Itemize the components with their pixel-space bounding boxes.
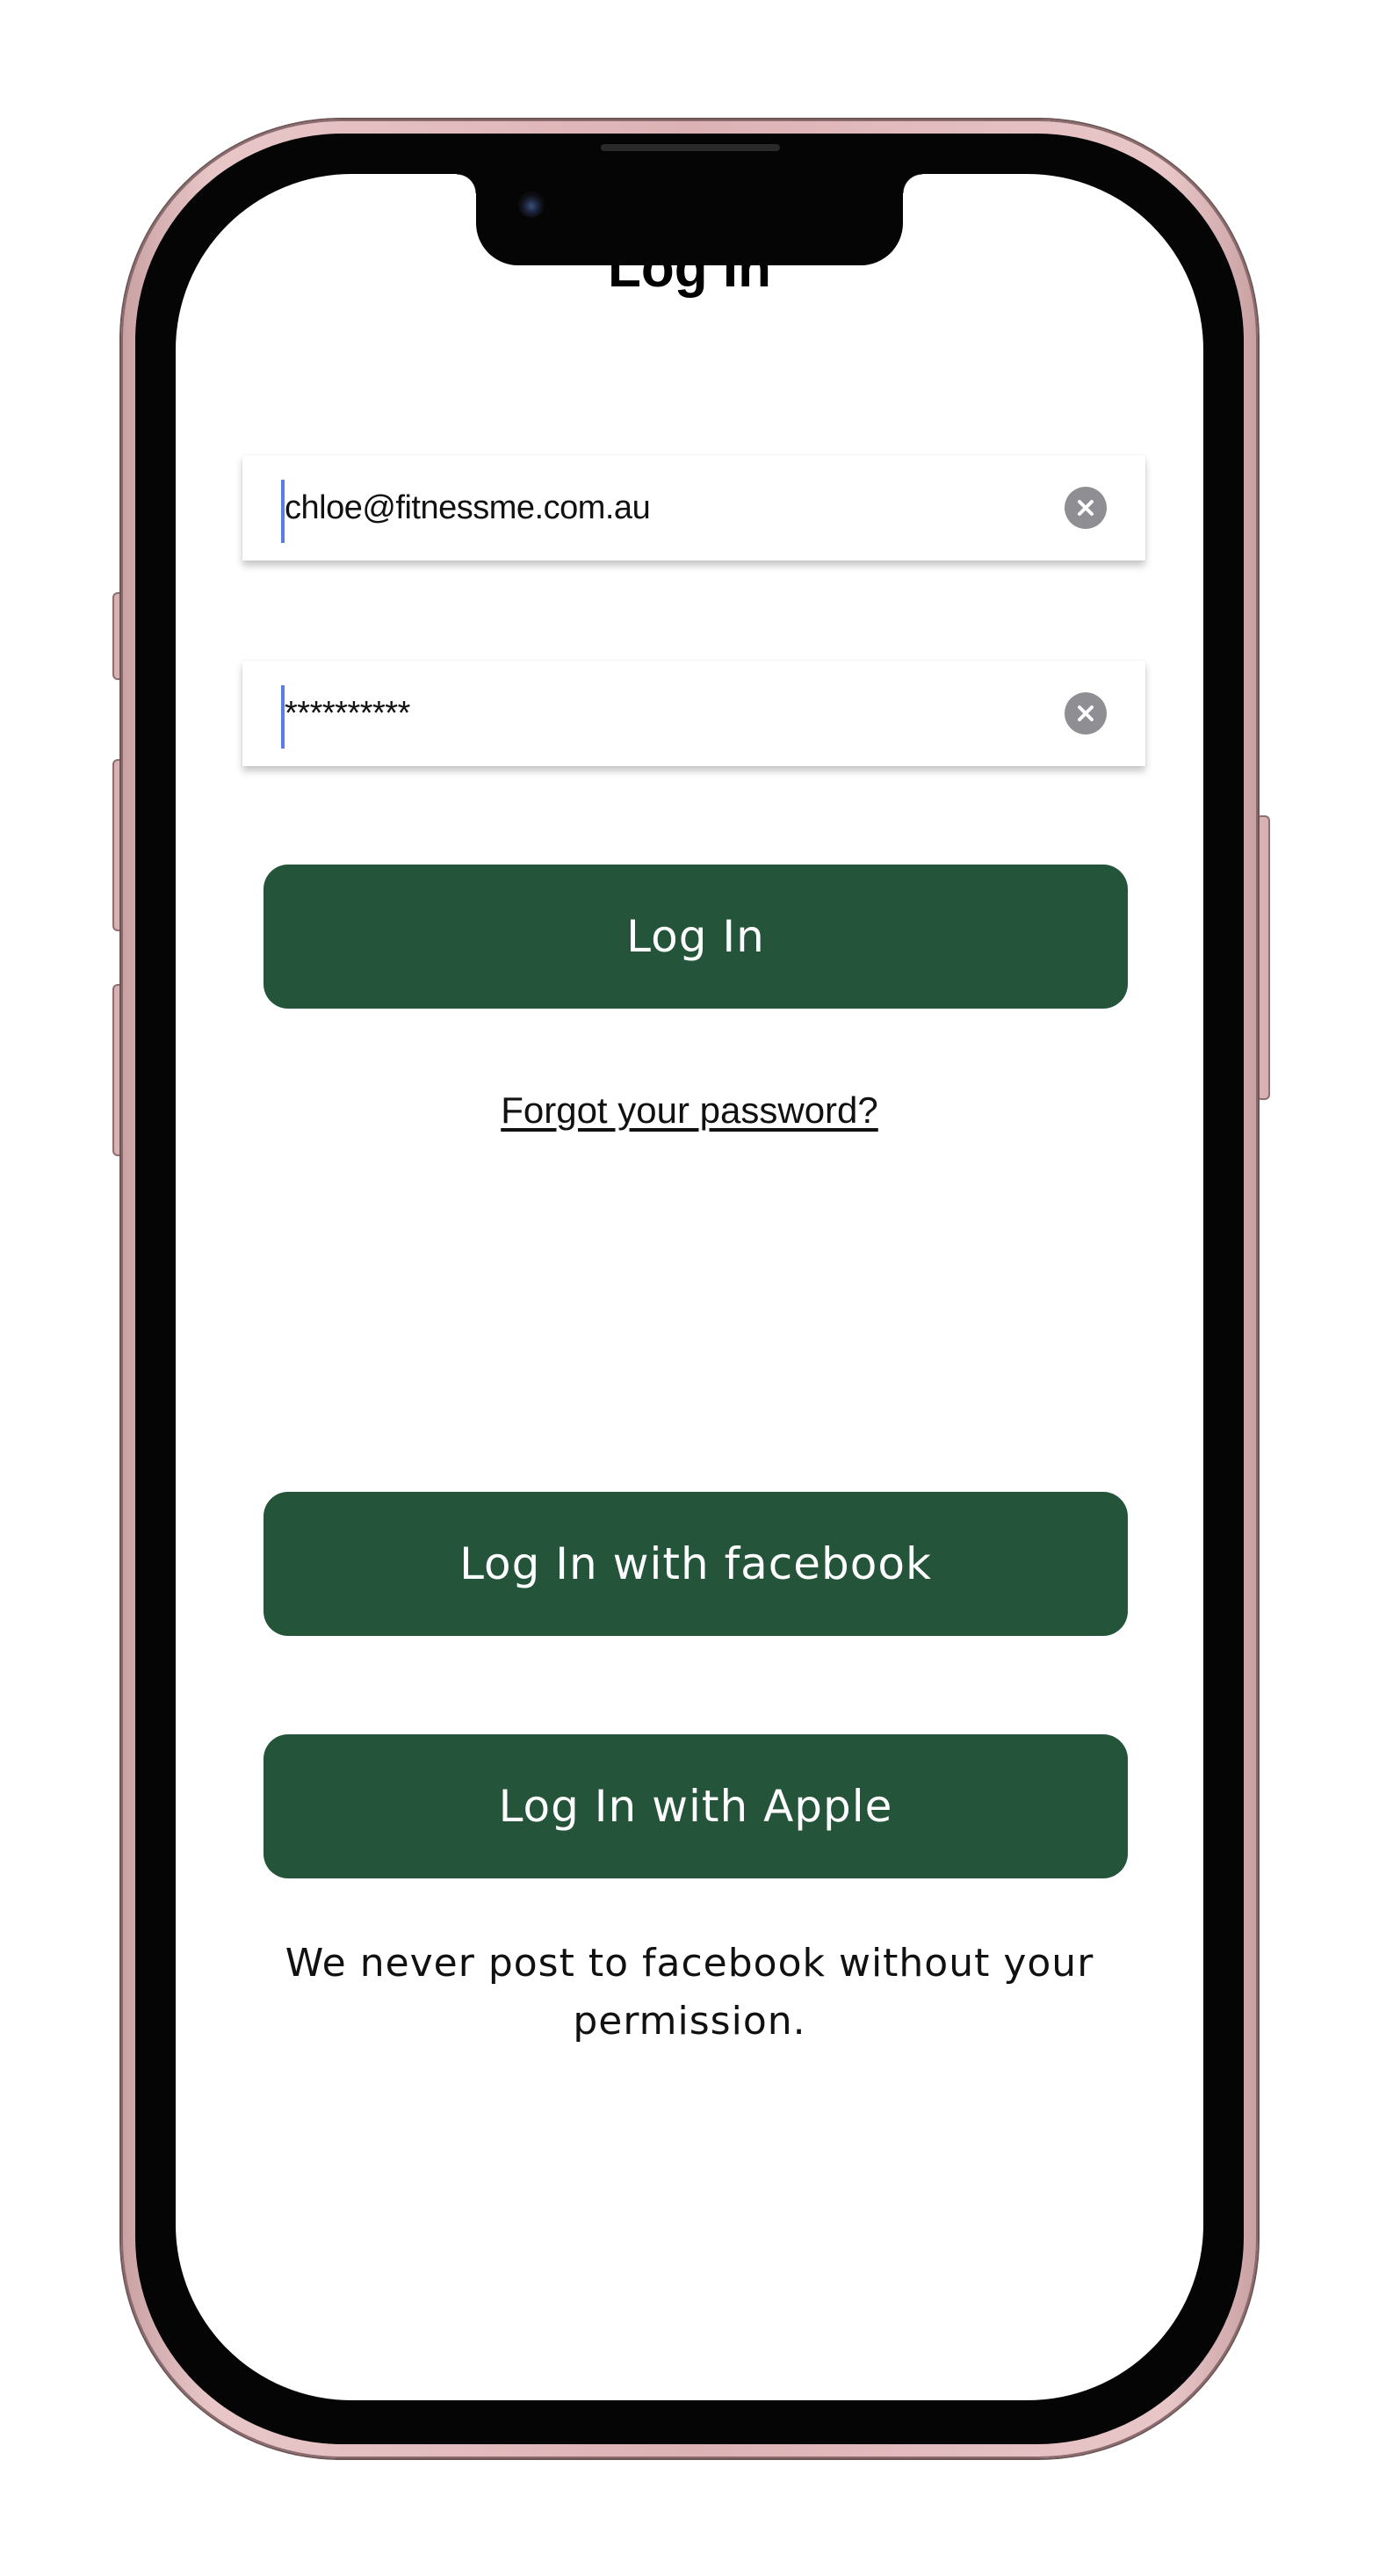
power-button — [1256, 815, 1270, 1100]
device-mockup: Log In chloe@fitnessme.com.au **********… — [0, 0, 1379, 2576]
apple-login-button[interactable]: Log In with Apple — [264, 1734, 1128, 1878]
notch — [457, 169, 922, 265]
app-screen: Log In chloe@fitnessme.com.au **********… — [176, 174, 1203, 2400]
front-camera-icon — [518, 192, 545, 218]
facebook-disclaimer: We never post to facebook without your p… — [285, 1941, 1094, 2044]
facebook-login-button[interactable]: Log In with facebook — [264, 1492, 1128, 1636]
clear-circle-icon — [1078, 500, 1094, 516]
password-value[interactable]: ********** — [285, 661, 410, 766]
login-button[interactable]: Log In — [264, 865, 1128, 1009]
email-value[interactable]: chloe@fitnessme.com.au — [285, 455, 651, 561]
clear-circle-icon — [1078, 706, 1094, 721]
speaker-grille — [601, 144, 780, 151]
forgot-password-link[interactable]: Forgot your password? — [176, 1089, 1203, 1132]
clear-password-button[interactable] — [1065, 692, 1107, 734]
clear-email-button[interactable] — [1065, 487, 1107, 529]
password-field[interactable]: ********** — [242, 661, 1145, 766]
email-field[interactable]: chloe@fitnessme.com.au — [242, 455, 1145, 561]
